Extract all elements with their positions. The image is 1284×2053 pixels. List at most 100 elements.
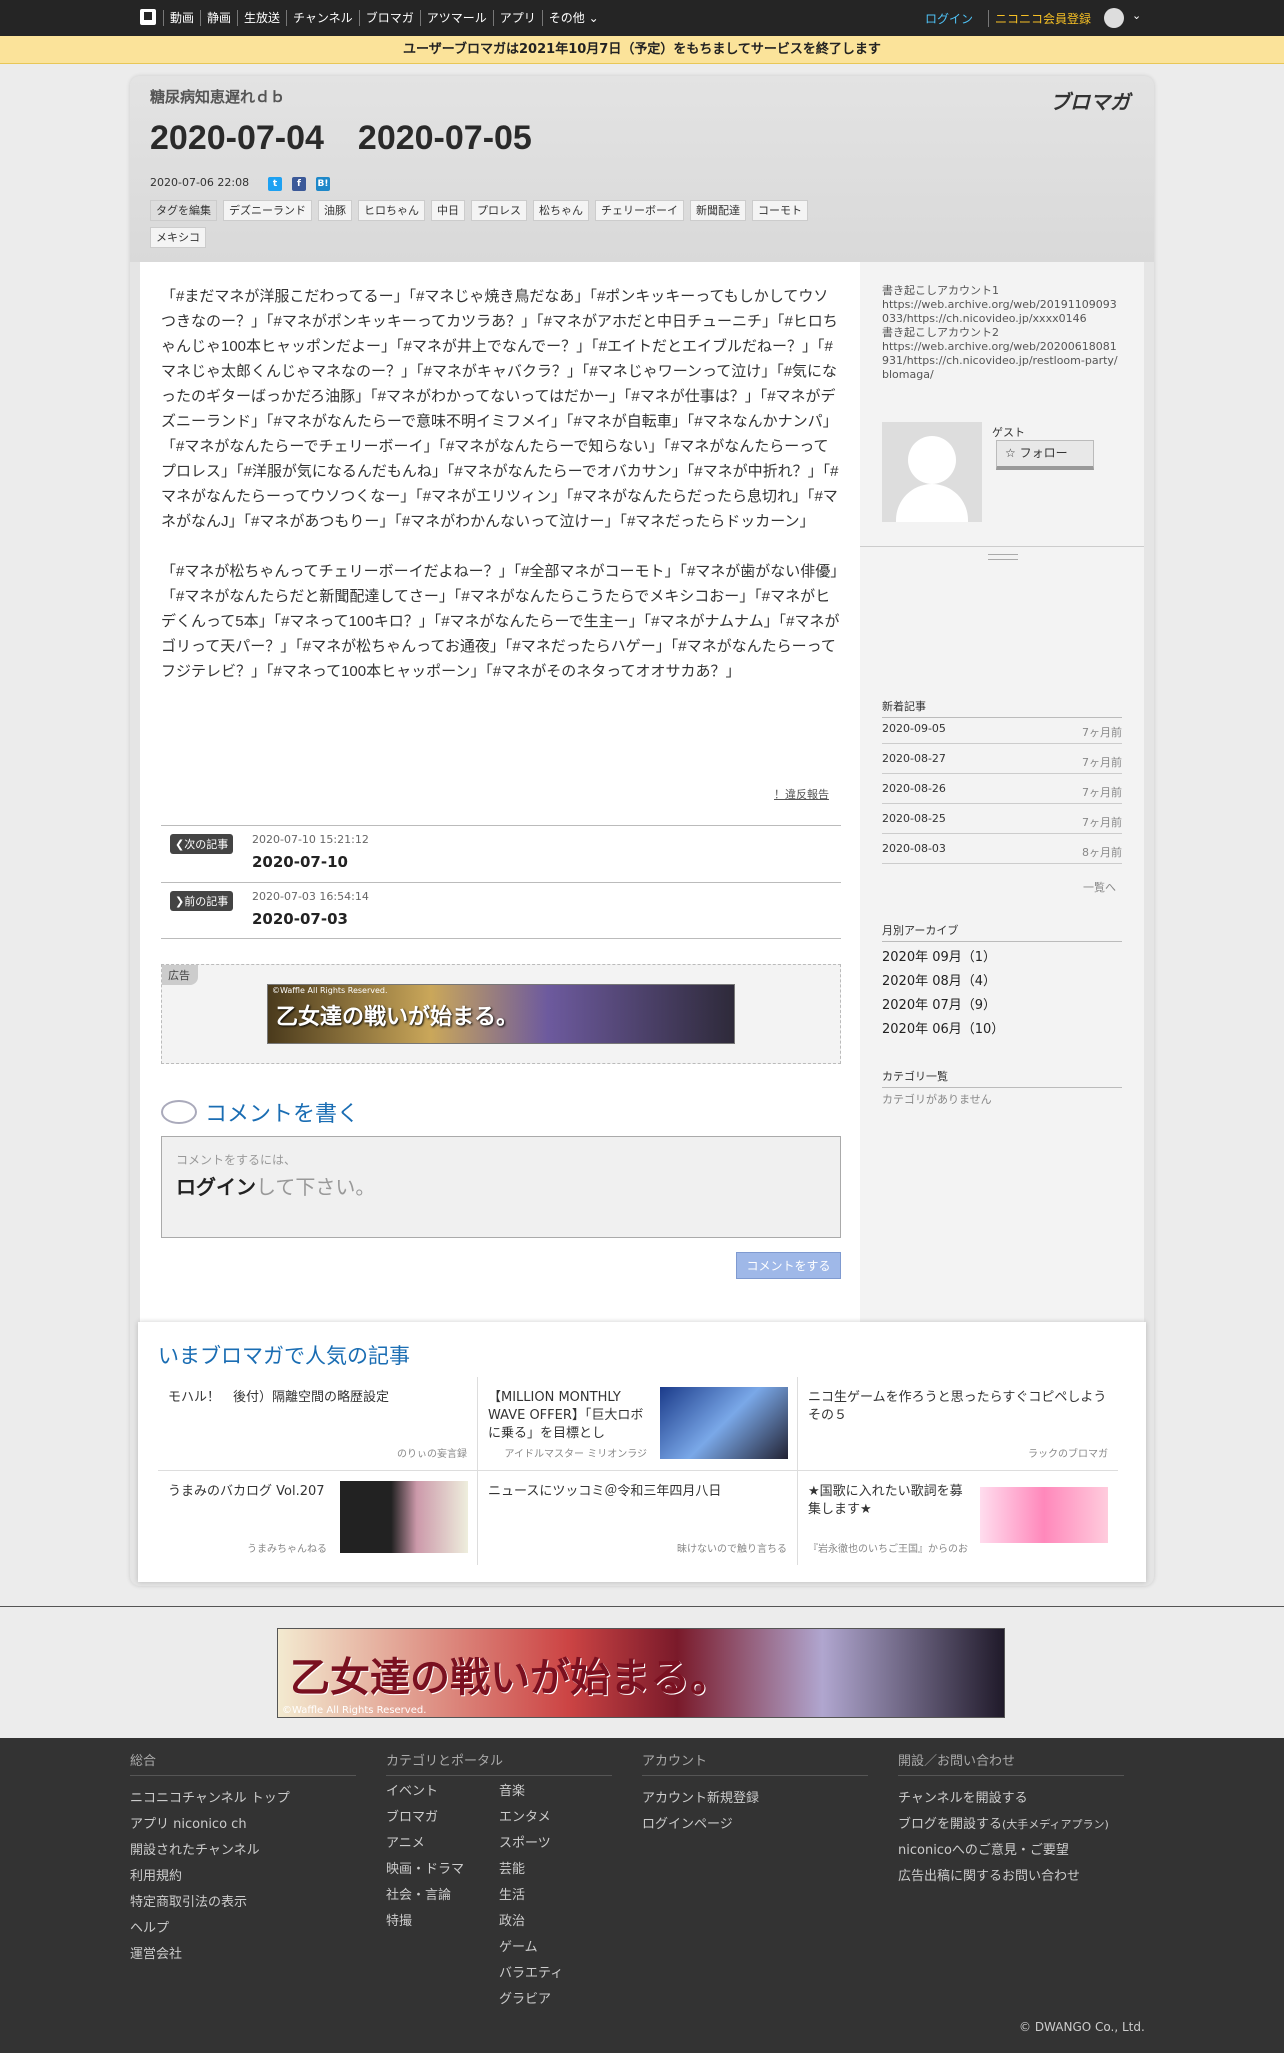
tag-item[interactable]: 油豚 xyxy=(318,200,352,221)
follow-button[interactable]: ☆ フォロー xyxy=(996,440,1094,470)
new-article-date: 2020-08-03 xyxy=(882,842,946,855)
footer-link[interactable]: niconicoへのご意見・ご要望 xyxy=(898,1838,1124,1864)
new-article-ago: 8ヶ月前 xyxy=(1082,846,1122,859)
prev-label: ❯前の記事 xyxy=(170,891,234,911)
archive-item[interactable]: 2020年 08月（4） xyxy=(882,970,996,989)
popular-item[interactable]: ★国歌に入れたい歌詞を募集します★ 『岩永徹也のいちご王国』からのお xyxy=(798,1471,1118,1565)
nav-link-douga[interactable]: 動画 xyxy=(163,10,200,26)
archive-item[interactable]: 2020年 09月（1） xyxy=(882,946,996,965)
prev-article-link[interactable]: ❯前の記事 2020-07-03 16:54:14 2020-07-03 xyxy=(161,882,841,939)
register-link[interactable]: ニコニコ会員登録 xyxy=(988,10,1091,27)
footer-link[interactable]: アニメ xyxy=(386,1831,464,1857)
tag-item[interactable]: ヒロちゃん xyxy=(358,200,425,221)
footer-link[interactable]: ゲーム xyxy=(499,1935,563,1961)
next-date: 2020-07-10 15:21:12 xyxy=(252,833,369,846)
nav-link-atsumaru[interactable]: アツマール xyxy=(419,10,493,26)
nav-link-channel[interactable]: チャンネル xyxy=(286,10,359,26)
hatena-bookmark-icon[interactable]: B! xyxy=(316,177,330,191)
footer-link[interactable]: アプリ niconico ch xyxy=(130,1812,356,1838)
footer-link[interactable]: 特撮 xyxy=(386,1909,464,1935)
footer-link[interactable]: スポーツ xyxy=(499,1831,563,1857)
footer-link[interactable]: 特定商取引法の表示 xyxy=(130,1890,356,1916)
tag-item[interactable]: メキシコ xyxy=(150,227,206,248)
popular-thumbnail xyxy=(340,1481,468,1553)
footer-link[interactable]: チャンネルを開設する xyxy=(898,1786,1124,1812)
footer-heading: アカウント xyxy=(642,1750,868,1776)
channel-name[interactable]: 糖尿病知恵遅れｄｂ xyxy=(150,86,285,107)
footer-link[interactable]: アカウント新規登録 xyxy=(642,1786,868,1812)
footer-link[interactable]: 生活 xyxy=(499,1883,563,1909)
footer-link[interactable]: 社会・言論 xyxy=(386,1883,464,1909)
popular-item-title: ニュースにツッコミ＠令和三年四月八日 xyxy=(488,1484,722,1499)
article-header: 糖尿病知恵遅れｄｂ ブロマガ 2020-07-04 2020-07-05 202… xyxy=(130,76,1154,262)
tag-item[interactable]: 新聞配達 xyxy=(690,200,746,221)
footer-link-blog[interactable]: ブログを開設する(大手メディアプラン) xyxy=(898,1812,1124,1838)
tag-item[interactable]: チェリーボーイ xyxy=(595,200,684,221)
footer-link[interactable]: 広告出稿に関するお問い合わせ xyxy=(898,1864,1124,1890)
user-avatar-icon[interactable] xyxy=(1104,8,1124,28)
tag-item[interactable]: 松ちゃん xyxy=(533,200,589,221)
nav-link-more[interactable]: その他 ⌄ xyxy=(541,10,605,26)
new-article-ago: 7ヶ月前 xyxy=(1082,756,1122,769)
footer-link[interactable]: 映画・ドラマ xyxy=(386,1857,464,1883)
comment-heading-text: コメントを書く xyxy=(205,1102,360,1127)
chevron-down-icon[interactable]: ⌄ xyxy=(1132,9,1141,22)
tag-item[interactable]: 中日 xyxy=(431,200,465,221)
popular-item[interactable]: モハル！ 後付）隔離空間の略歴設定 のりぃの妄言録 xyxy=(158,1377,478,1471)
popular-item[interactable]: ニュースにツッコミ＠令和三年四月八日 昧けないので触り言ちる xyxy=(478,1471,798,1565)
tag-list: タグを編集 デズニーランド 油豚 ヒロちゃん 中日 プロレス 松ちゃん チェリー… xyxy=(150,200,850,248)
footer-link[interactable]: 利用規約 xyxy=(130,1864,356,1890)
comment-login-link[interactable]: ログイン xyxy=(176,1175,256,1199)
more-articles-link[interactable]: 一覧へ xyxy=(1083,879,1116,895)
footer-link[interactable]: ニコニコチャンネル トップ xyxy=(130,1786,356,1812)
bottom-ad-banner[interactable]: 乙女達の戦いが始まる。 ©Waffle All Rights Reserved. xyxy=(277,1628,1005,1718)
footer-link[interactable]: 芸能 xyxy=(499,1857,563,1883)
chevron-right-icon: ❯ xyxy=(175,895,185,908)
twitter-share-icon[interactable]: t xyxy=(268,177,282,191)
footer-link[interactable]: バラエティ xyxy=(499,1961,563,1987)
popular-item[interactable]: うまみのバカログ Vol.207 うまみちゃんねる xyxy=(158,1471,478,1565)
tag-item[interactable]: プロレス xyxy=(471,200,527,221)
footer-link[interactable]: イベント xyxy=(386,1779,464,1805)
new-article-ago: 7ヶ月前 xyxy=(1082,786,1122,799)
popular-item-author: 昧けないので触り言ちる xyxy=(677,1544,787,1555)
comment-submit-button[interactable]: コメントをする xyxy=(736,1252,841,1279)
footer-link[interactable]: 政治 xyxy=(499,1909,563,1935)
tag-item[interactable]: コーモト xyxy=(752,200,808,221)
new-article-item[interactable]: 2020-09-05 7ヶ月前 xyxy=(882,714,1122,744)
footer-link[interactable]: ログインページ xyxy=(642,1812,868,1838)
new-article-item[interactable]: 2020-08-26 7ヶ月前 xyxy=(882,774,1122,804)
ad-banner[interactable]: 乙女達の戦いが始まる。 ©Waffle All Rights Reserved. xyxy=(267,984,735,1044)
blomaga-logo[interactable]: ブロマガ xyxy=(1050,86,1130,115)
nav-link-seiga[interactable]: 静画 xyxy=(200,10,237,26)
tag-edit-button[interactable]: タグを編集 xyxy=(150,200,217,221)
grip-icon[interactable] xyxy=(988,554,1018,560)
niconico-logo-icon[interactable] xyxy=(140,9,156,25)
report-link[interactable]: ！違反報告 xyxy=(774,786,829,802)
new-article-item[interactable]: 2020-08-25 7ヶ月前 xyxy=(882,804,1122,834)
popular-item[interactable]: ニコ生ゲームを作ろうと思ったらすぐコピペしよう その５ ラックのブロマガ xyxy=(798,1377,1119,1471)
next-article-link[interactable]: ❮次の記事 2020-07-10 15:21:12 2020-07-10 xyxy=(161,825,841,882)
footer-link[interactable]: ブロマガ xyxy=(386,1805,464,1831)
new-article-item[interactable]: 2020-08-27 7ヶ月前 xyxy=(882,744,1122,774)
facebook-share-icon[interactable]: f xyxy=(292,177,306,191)
popular-heading: いまブロマガで人気の記事 xyxy=(158,1344,410,1368)
footer-link[interactable]: 音楽 xyxy=(499,1779,563,1805)
footer-link[interactable]: エンタメ xyxy=(499,1805,563,1831)
comment-textarea[interactable]: コメントをするには、 ログインして下さい。 xyxy=(161,1136,841,1238)
login-link[interactable]: ログイン xyxy=(925,10,973,27)
prev-date: 2020-07-03 16:54:14 xyxy=(252,890,369,903)
footer-link[interactable]: ヘルプ xyxy=(130,1916,356,1942)
nav-link-blomaga[interactable]: ブロマガ xyxy=(358,10,420,26)
new-article-item[interactable]: 2020-08-03 8ヶ月前 xyxy=(882,834,1122,864)
archive-item[interactable]: 2020年 07月（9） xyxy=(882,994,996,1013)
popular-thumbnail xyxy=(980,1487,1108,1543)
nav-link-app[interactable]: アプリ xyxy=(492,10,542,26)
footer-link[interactable]: 運営会社 xyxy=(130,1942,356,1968)
archive-item[interactable]: 2020年 06月（10） xyxy=(882,1018,1004,1037)
popular-item[interactable]: 【MILLION MONTHLY WAVE OFFER】「巨大ロボに乗る」を目標… xyxy=(478,1377,798,1471)
footer-link[interactable]: 開設されたチャンネル xyxy=(130,1838,356,1864)
tag-item[interactable]: デズニーランド xyxy=(223,200,312,221)
nav-link-live[interactable]: 生放送 xyxy=(237,10,286,26)
footer-link[interactable]: グラビア xyxy=(499,1987,563,2013)
